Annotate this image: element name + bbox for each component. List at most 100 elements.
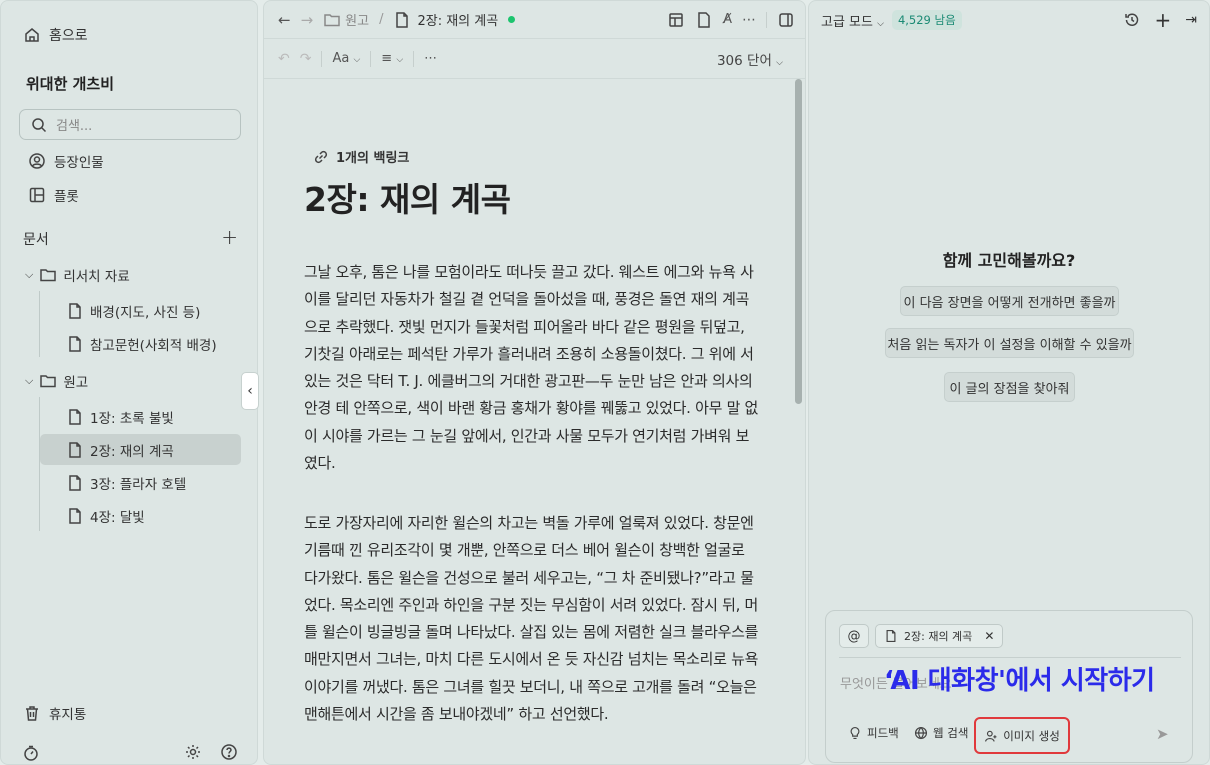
chat-input-box[interactable]: @ 2장: 재의 계곡 ✕ 무엇이든 물어보세요 ‘AI 대화창'에서 시작하기… xyxy=(825,610,1193,763)
breadcrumb-folder[interactable]: 원고 xyxy=(345,10,369,29)
divider xyxy=(370,50,372,67)
more-icon[interactable]: ⋯ xyxy=(424,51,437,66)
mode-label: 고급 모드 xyxy=(821,14,873,30)
history-icon[interactable] xyxy=(1123,11,1141,29)
chevron-down-icon: ⌵ xyxy=(776,57,783,68)
mode-dropdown[interactable]: 고급 모드 ⌵ xyxy=(821,11,884,30)
workspace-title: 위대한 개츠비 xyxy=(26,75,115,93)
feedback-button[interactable]: 피드백 xyxy=(848,725,899,741)
ai-prompt-title: 함께 고민해볼까요? xyxy=(942,251,1076,270)
home-label: 홈으로 xyxy=(49,28,88,44)
chevron-down-icon: ⌵ xyxy=(25,268,34,281)
help-icon[interactable] xyxy=(220,743,238,761)
file-label: 배경(지도, 사진 등) xyxy=(90,304,201,321)
new-chat-icon[interactable]: + xyxy=(1155,8,1172,32)
formatting-toolbar: ↶ ↷ Aa ⌵ ≡ ⌵ ⋯ 306 단어 ⌵ xyxy=(264,39,805,79)
file-label: 참고문헌(사회적 배경) xyxy=(90,337,217,354)
file-item[interactable]: 배경(지도, 사진 등) xyxy=(40,295,241,326)
web-search-label: 웹 검색 xyxy=(933,726,969,740)
context-doc-chip: 2장: 재의 계곡 ✕ xyxy=(875,624,1004,648)
folder-icon xyxy=(39,372,57,390)
scrollbar[interactable] xyxy=(795,79,802,404)
collapse-sidebar-button[interactable]: ‹ xyxy=(241,372,259,410)
file-item[interactable]: 참고문헌(사회적 배경) xyxy=(40,328,241,359)
word-count-dropdown[interactable]: 306 단어 ⌵ xyxy=(717,49,783,69)
ai-panel: 고급 모드 ⌵ 4,529 남음 + ⇥ 함께 고민해볼까요? 이 다음 장면을… xyxy=(808,0,1210,765)
file-item[interactable]: 4장: 달빛 xyxy=(40,500,241,531)
file-icon xyxy=(393,11,411,29)
file-icon xyxy=(66,302,84,320)
file-label: 1장: 초록 불빛 xyxy=(90,410,174,427)
more-icon[interactable]: ⋯ xyxy=(742,12,756,28)
file-icon xyxy=(66,441,84,459)
layout-icon xyxy=(28,186,46,204)
back-arrow-icon[interactable]: ← xyxy=(278,11,291,29)
forward-arrow-icon[interactable]: → xyxy=(301,11,314,29)
redo-icon[interactable]: ↷ xyxy=(300,51,312,67)
paragraph[interactable]: 그날 오후, 톰은 나를 모험이라도 떠나듯 끌고 갔다. 웨스트 에그와 뉴욕… xyxy=(304,259,759,477)
file-icon xyxy=(66,474,84,492)
breadcrumb-doc[interactable]: 2장: 재의 계곡 xyxy=(417,10,498,29)
collapse-panel-icon[interactable]: ⇥ xyxy=(1185,12,1197,28)
document-icon[interactable] xyxy=(695,11,713,29)
folder-manuscript[interactable]: ⌵ 원고 xyxy=(25,371,88,391)
font-style-label: Aa xyxy=(332,51,350,66)
backlink-indicator[interactable]: 1개의 백링크 xyxy=(312,147,409,166)
globe-icon xyxy=(914,726,928,740)
file-label: 3장: 플라자 호텔 xyxy=(90,476,187,493)
align-dropdown[interactable]: ≡ ⌵ xyxy=(381,51,403,66)
sidebar: 홈으로 위대한 개츠비 검색... 등장인물 플롯 문서 + ⌵ 리서치 자료 … xyxy=(0,0,258,765)
file-icon xyxy=(66,507,84,525)
home-link[interactable]: 홈으로 xyxy=(23,25,88,45)
sidebar-item-plot[interactable]: 플롯 xyxy=(28,185,79,205)
suggestion-chip[interactable]: 이 글의 장점을 찾아줘 xyxy=(944,372,1075,402)
panel-toggle-icon[interactable] xyxy=(777,11,795,29)
file-label: 2장: 재의 계곡 xyxy=(90,443,174,460)
credits-badge: 4,529 남음 xyxy=(891,10,962,30)
folder-label: 리서치 자료 xyxy=(63,269,130,285)
folder-research[interactable]: ⌵ 리서치 자료 xyxy=(25,265,130,285)
link-icon xyxy=(312,148,330,166)
align-left-icon: ≡ xyxy=(381,51,393,66)
document-title[interactable]: 2장: 재의 계곡 xyxy=(304,173,511,221)
trash-icon xyxy=(23,704,41,722)
web-search-button[interactable]: 웹 검색 xyxy=(914,725,968,741)
file-item[interactable]: 3장: 플라자 호텔 xyxy=(40,467,241,498)
search-input[interactable]: 검색... xyxy=(19,109,241,140)
folder-label: 원고 xyxy=(63,375,89,391)
divider xyxy=(321,50,323,67)
documents-label: 문서 xyxy=(23,232,49,248)
sidebar-item-label: 플롯 xyxy=(54,189,79,205)
trash-label: 휴지통 xyxy=(49,707,87,723)
word-count-label: 306 단어 xyxy=(716,52,772,69)
trash-link[interactable]: 휴지통 xyxy=(23,703,86,723)
close-icon[interactable]: ✕ xyxy=(984,629,994,643)
backlink-label: 1개의 백링크 xyxy=(336,151,410,166)
send-icon[interactable]: ➤ xyxy=(1156,725,1169,743)
suggestion-chip[interactable]: 처음 읽는 독자가 이 설정을 이해할 수 있을까 xyxy=(885,328,1134,358)
image-generate-label: 이미지 생성 xyxy=(1003,728,1060,743)
layout-icon[interactable] xyxy=(667,11,685,29)
mention-button[interactable]: @ xyxy=(839,624,869,648)
file-icon xyxy=(884,629,898,643)
suggestion-chip[interactable]: 이 다음 장면을 어떻게 전개하면 좋을까 xyxy=(900,286,1119,316)
image-generate-button[interactable]: 이미지 생성 xyxy=(974,717,1070,754)
chevron-left-icon: ‹ xyxy=(247,383,253,399)
file-item-active[interactable]: 2장: 재의 계곡 xyxy=(40,434,241,465)
sidebar-item-characters[interactable]: 등장인물 xyxy=(28,151,104,171)
user-circle-icon xyxy=(28,152,46,170)
search-icon xyxy=(30,116,48,134)
add-document-button[interactable]: + xyxy=(221,227,238,249)
context-doc-label: 2장: 재의 계곡 xyxy=(904,630,973,643)
search-placeholder: 검색... xyxy=(56,119,93,134)
font-style-dropdown[interactable]: Aa ⌵ xyxy=(332,51,360,66)
chevron-down-icon: ⌵ xyxy=(396,55,404,65)
spellcheck-icon[interactable]: A̸ xyxy=(723,12,732,27)
timer-icon[interactable] xyxy=(22,744,40,762)
tutorial-overlay-caption: ‘AI 대화창'에서 시작하기 xyxy=(884,666,1155,696)
settings-icon[interactable] xyxy=(184,743,202,761)
file-item[interactable]: 1장: 초록 불빛 xyxy=(40,401,241,432)
paragraph[interactable]: 도로 가장자리에 자리한 윌슨의 차고는 벽돌 가루에 얼룩져 있었다. 창문엔… xyxy=(304,510,759,728)
undo-icon[interactable]: ↶ xyxy=(278,51,290,67)
file-icon xyxy=(66,335,84,353)
